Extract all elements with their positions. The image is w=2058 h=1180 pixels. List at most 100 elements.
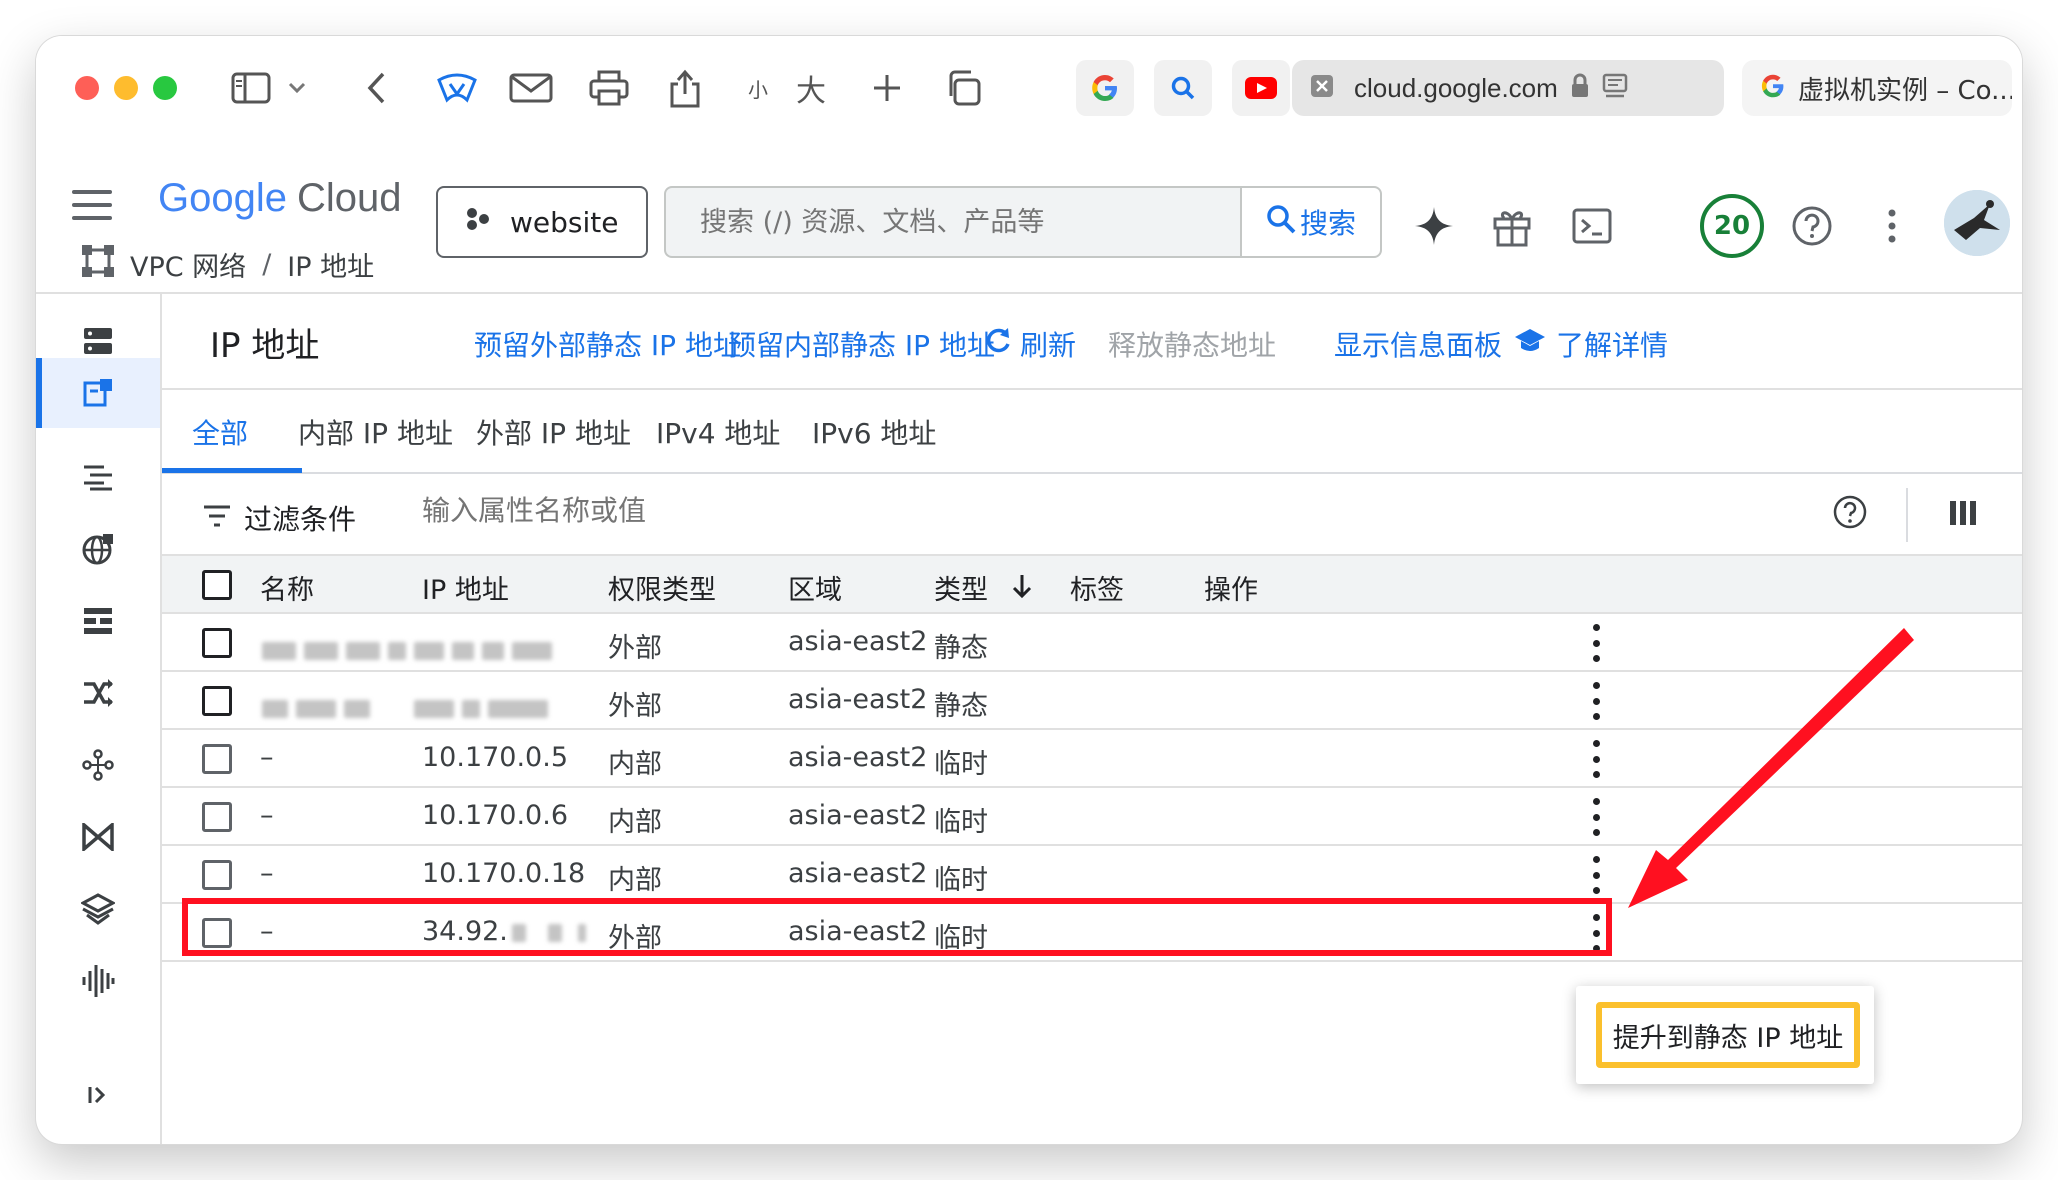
tab-internal-ip[interactable]: 内部 IP 地址 — [298, 412, 453, 452]
tab-overview-icon[interactable] — [938, 66, 988, 110]
share-icon[interactable] — [660, 66, 710, 110]
breadcrumb: VPC 网络 / IP 地址 — [36, 236, 2022, 294]
rail-item-shared-vpc[interactable] — [36, 730, 160, 800]
mail-icon[interactable] — [506, 66, 556, 110]
rail-item-serverless[interactable] — [36, 802, 160, 872]
ip-type: 临时 — [934, 807, 988, 838]
google-cloud-logo[interactable]: Google Cloud — [158, 176, 402, 221]
redacted-name — [262, 692, 378, 723]
network-nodes-icon — [82, 749, 114, 781]
rail-item-peering[interactable] — [36, 658, 160, 728]
close-tab-icon[interactable] — [1310, 74, 1334, 102]
access-type: 外部 — [608, 923, 662, 954]
lock-icon — [1570, 73, 1590, 103]
google-tab-icon — [1760, 73, 1786, 103]
row-actions-icon[interactable] — [1586, 856, 1606, 894]
tab-ipv4[interactable]: IPv4 地址 — [656, 412, 780, 452]
region: asia-east2 — [788, 800, 928, 831]
rail-item-routes[interactable] — [36, 442, 160, 512]
show-info-panel-button[interactable]: 显示信息面板 — [1334, 324, 1502, 364]
vpc-network-icon — [80, 243, 116, 286]
ip-name: – — [260, 742, 274, 773]
select-all-checkbox[interactable] — [202, 570, 232, 600]
reader-icon[interactable] — [1602, 73, 1628, 103]
refresh-button[interactable]: 刷新 — [984, 324, 1076, 364]
filter-input[interactable] — [422, 494, 1022, 527]
firewall-grid-icon — [84, 608, 112, 634]
breadcrumb-separator: / — [262, 248, 272, 280]
row-actions-icon[interactable] — [1586, 914, 1606, 952]
table-header-row: 名称 IP 地址 权限类型 区域 类型 标签 操作 — [162, 556, 2022, 614]
url-text: cloud.google.com — [1354, 72, 1558, 103]
address-bar[interactable]: cloud.google.com — [1292, 60, 1724, 116]
breadcrumb-parent[interactable]: VPC 网络 — [130, 245, 246, 284]
close-window-button[interactable] — [75, 76, 99, 100]
sort-descending-icon[interactable] — [1011, 575, 1033, 606]
rail-item-ip-addresses[interactable] — [36, 358, 160, 428]
menu-icon[interactable] — [72, 190, 112, 220]
row-actions-icon[interactable] — [1586, 682, 1606, 720]
row-actions-icon[interactable] — [1586, 624, 1606, 662]
column-header-actions: 操作 — [1204, 575, 1258, 606]
row-checkbox[interactable] — [202, 918, 232, 948]
tab-external-ip[interactable]: 外部 IP 地址 — [476, 412, 631, 452]
row-checkbox[interactable] — [202, 802, 232, 832]
rail-expand-button[interactable] — [36, 1060, 160, 1130]
ip-type: 临时 — [934, 749, 988, 780]
text-larger-button[interactable]: 大 — [786, 66, 836, 110]
ip-address: 10.170.0.6 — [422, 800, 568, 831]
reserve-external-ip-button[interactable]: 预留外部静态 IP 地址 — [474, 324, 741, 364]
browser-tab[interactable]: 虚拟机实例 – Co... — [1742, 60, 2012, 116]
column-header-access[interactable]: 权限类型 — [608, 568, 716, 607]
page-title: IP 地址 — [210, 326, 320, 366]
row-actions-icon[interactable] — [1586, 740, 1606, 778]
table-row: 外部 asia-east2 静态 — [162, 614, 2022, 672]
tab-ipv6[interactable]: IPv6 地址 — [812, 412, 936, 452]
logo-cloud: Cloud — [296, 176, 402, 220]
learn-more-button[interactable]: 了解详情 — [1514, 324, 1668, 364]
column-display-icon[interactable] — [1948, 498, 1978, 532]
back-icon[interactable] — [356, 66, 396, 110]
youtube-favorite-icon[interactable] — [1232, 60, 1290, 116]
sidebar-toggle-icon[interactable] — [228, 66, 274, 110]
row-checkbox[interactable] — [202, 628, 232, 658]
ip-type-tabs: 全部 内部 IP 地址 外部 IP 地址 IPv4 地址 IPv6 地址 — [162, 390, 2022, 474]
rail-item-network-analyzer[interactable] — [36, 946, 160, 1016]
column-header-type[interactable]: 类型 — [934, 568, 1033, 607]
table-help-icon[interactable] — [1832, 494, 1868, 534]
maximize-window-button[interactable] — [153, 76, 177, 100]
search-input[interactable] — [700, 206, 1240, 238]
release-static-address-button[interactable]: 释放静态地址 — [1108, 324, 1276, 364]
layers-icon — [81, 893, 115, 925]
new-tab-icon[interactable] — [862, 66, 912, 110]
refresh-label: 刷新 — [1020, 329, 1077, 362]
ip-name: – — [260, 800, 274, 831]
tab-all[interactable]: 全部 — [192, 412, 248, 452]
column-header-name[interactable]: 名称 — [260, 568, 314, 607]
chevron-down-icon[interactable] — [282, 66, 312, 110]
rail-item-load-balancing[interactable] — [36, 586, 160, 656]
row-checkbox[interactable] — [202, 686, 232, 716]
column-header-type-label: 类型 — [934, 575, 988, 606]
search-favorite-icon[interactable] — [1154, 60, 1212, 116]
promote-to-static-ip-menu-item[interactable]: 提升到静态 IP 地址 — [1596, 1002, 1860, 1068]
row-actions-menu: 提升到静态 IP 地址 — [1576, 986, 1874, 1084]
rail-item-packet-mirroring[interactable] — [36, 874, 160, 944]
table-row: – 34.92. 外部 asia-east2 临时 — [162, 904, 2022, 962]
minimize-window-button[interactable] — [114, 76, 138, 100]
rail-item-firewall[interactable] — [36, 514, 160, 584]
row-checkbox[interactable] — [202, 744, 232, 774]
reserve-internal-ip-button[interactable]: 预留内部静态 IP 地址 — [728, 324, 995, 364]
google-favorite-icon[interactable] — [1076, 60, 1134, 116]
divider — [1906, 488, 1908, 542]
column-header-labels[interactable]: 标签 — [1070, 568, 1124, 607]
shield-extension-icon[interactable] — [432, 66, 482, 110]
table-row: – 10.170.0.5 内部 asia-east2 临时 — [162, 730, 2022, 788]
page-action-bar: IP 地址 预留外部静态 IP 地址 预留内部静态 IP 地址 刷新 释放静态地… — [162, 294, 2022, 390]
text-smaller-button[interactable]: 小 — [738, 66, 778, 110]
row-actions-icon[interactable] — [1586, 798, 1606, 836]
print-icon[interactable] — [584, 66, 634, 110]
column-header-ip[interactable]: IP 地址 — [422, 568, 509, 607]
row-checkbox[interactable] — [202, 860, 232, 890]
column-header-region[interactable]: 区域 — [788, 568, 842, 607]
